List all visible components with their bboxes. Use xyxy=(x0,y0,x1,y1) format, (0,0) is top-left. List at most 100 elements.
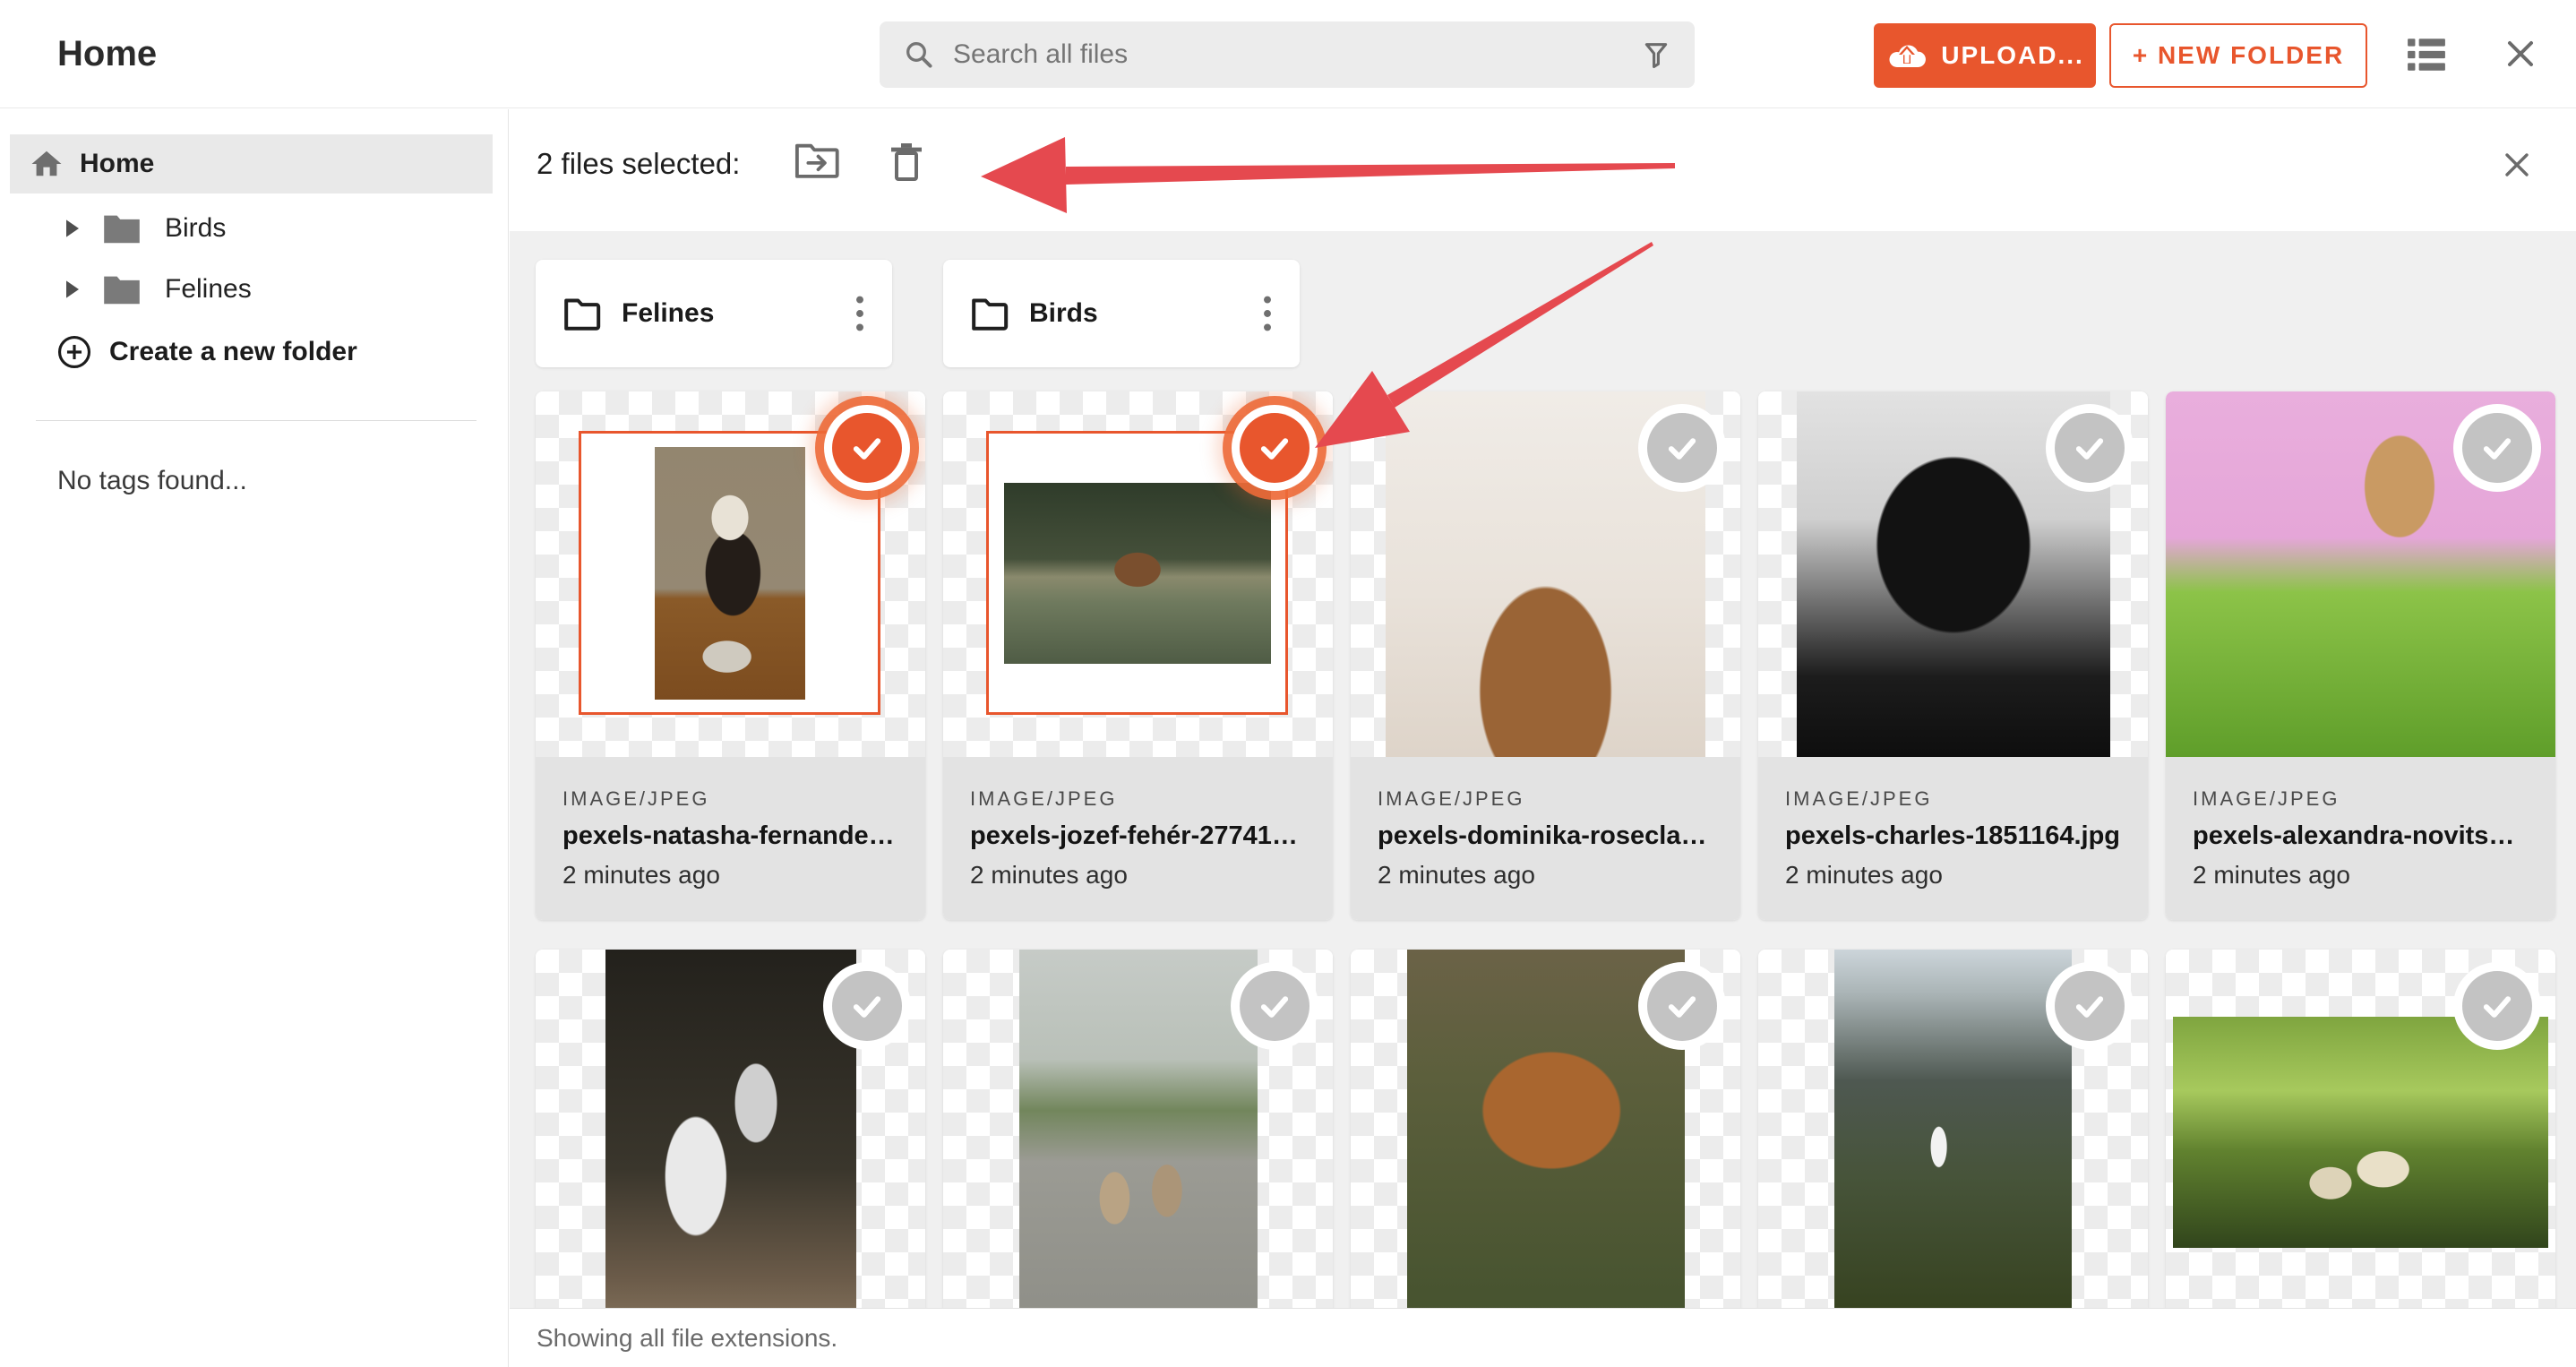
new-folder-button[interactable]: + NEW FOLDER xyxy=(2109,23,2367,88)
folder-menu-button[interactable] xyxy=(1257,288,1278,339)
check-icon xyxy=(1260,996,1289,1018)
caret-right-icon[interactable] xyxy=(66,219,79,237)
selection-check-badge[interactable] xyxy=(2055,413,2125,483)
close-icon xyxy=(2505,153,2529,176)
selection-check-badge[interactable] xyxy=(2462,413,2532,483)
file-thumbnail xyxy=(1351,950,1740,1308)
list-view-icon xyxy=(2408,39,2445,71)
create-folder-button[interactable]: Create a new folder xyxy=(56,333,357,371)
trash-icon xyxy=(891,143,922,181)
file-card[interactable]: IMAGE/JPEG pexels-alexandra-novitskaya-2… xyxy=(2166,391,2555,920)
file-card[interactable]: IMAGE/JPEG pexels-jozef-fehér-2774140.jp… xyxy=(943,391,1333,920)
file-metadata: IMAGE/JPEG pexels-alexandra-novitskaya-2… xyxy=(2166,757,2555,920)
check-icon xyxy=(1668,438,1696,460)
selection-check-badge[interactable] xyxy=(2055,971,2125,1041)
file-type: IMAGE/JPEG xyxy=(562,787,710,810)
list-view-toggle-button[interactable] xyxy=(2406,36,2447,76)
file-thumbnail xyxy=(2166,950,2555,1308)
folder-icon xyxy=(104,215,140,244)
folder-card[interactable]: Birds xyxy=(943,260,1300,367)
file-type: IMAGE/JPEG xyxy=(1785,787,1933,810)
sidebar-home-label: Home xyxy=(80,149,155,178)
selection-toolbar: 2 files selected: xyxy=(510,109,2576,231)
folder-name: Felines xyxy=(622,298,715,328)
selected-image-frame xyxy=(986,431,1288,715)
folder-icon xyxy=(104,276,140,305)
check-icon xyxy=(853,438,881,460)
folders-row: Felines Birds xyxy=(536,260,1300,367)
clear-selection-button[interactable] xyxy=(2501,149,2533,184)
top-bar: Home UPLOAD... + NEW FOLDER xyxy=(0,0,2576,108)
folder-card[interactable]: Felines xyxy=(536,260,892,367)
create-folder-label: Create a new folder xyxy=(109,337,357,366)
check-icon xyxy=(2075,996,2104,1018)
sidebar-divider xyxy=(36,420,477,421)
file-thumbnail xyxy=(1758,950,2148,1308)
upload-button[interactable]: UPLOAD... xyxy=(1874,23,2096,88)
photo-preview xyxy=(1003,482,1271,664)
files-row-1: IMAGE/JPEG pexels-natasha-fernandez-733…… xyxy=(536,391,2555,920)
move-to-folder-button[interactable] xyxy=(794,142,839,182)
selection-check-badge[interactable] xyxy=(1647,413,1717,483)
file-card[interactable] xyxy=(1758,950,2148,1308)
sidebar-birds-label: Birds xyxy=(165,213,227,243)
file-timestamp: 2 minutes ago xyxy=(970,861,1128,889)
selection-check-badge[interactable] xyxy=(2462,971,2532,1041)
file-name: pexels-dominika-roseclay-8952… xyxy=(1378,821,1713,850)
photo-preview xyxy=(2173,1017,2548,1248)
page-title: Home xyxy=(57,34,158,73)
sidebar-item-felines[interactable]: Felines xyxy=(0,260,509,319)
selection-check-badge[interactable] xyxy=(832,413,902,483)
caret-right-icon[interactable] xyxy=(66,280,79,298)
file-card[interactable]: IMAGE/JPEG pexels-natasha-fernandez-733…… xyxy=(536,391,925,920)
file-thumbnail xyxy=(1758,391,2148,757)
search-input[interactable] xyxy=(953,39,1641,70)
file-name: pexels-charles-1851164.jpg xyxy=(1785,821,2121,850)
sidebar-felines-label: Felines xyxy=(165,274,252,304)
file-timestamp: 2 minutes ago xyxy=(2193,861,2350,889)
file-thumbnail xyxy=(943,950,1333,1308)
photo-preview xyxy=(1406,950,1685,1308)
file-timestamp: 2 minutes ago xyxy=(562,861,720,889)
file-thumbnail xyxy=(943,391,1333,757)
selection-check-badge[interactable] xyxy=(832,971,902,1041)
file-type: IMAGE/JPEG xyxy=(970,787,1118,810)
photo-preview xyxy=(1834,950,2072,1308)
search-bar[interactable] xyxy=(880,21,1695,88)
kebab-icon xyxy=(856,296,863,331)
folder-menu-button[interactable] xyxy=(849,288,871,339)
search-icon xyxy=(906,42,932,68)
selection-check-badge[interactable] xyxy=(1240,971,1309,1041)
file-card[interactable] xyxy=(943,950,1333,1308)
photo-preview xyxy=(605,950,856,1308)
photo-preview xyxy=(1018,950,1258,1308)
selection-count: 2 files selected: xyxy=(537,147,741,180)
file-card[interactable]: IMAGE/JPEG pexels-dominika-roseclay-8952… xyxy=(1351,391,1740,920)
file-metadata: IMAGE/JPEG pexels-dominika-roseclay-8952… xyxy=(1351,757,1740,920)
file-card[interactable] xyxy=(536,950,925,1308)
selected-image-frame xyxy=(579,431,880,715)
sidebar-item-home[interactable]: Home xyxy=(10,134,493,193)
check-icon xyxy=(2075,438,2104,460)
plus-circle-icon xyxy=(57,335,91,369)
close-window-button[interactable] xyxy=(2503,36,2538,74)
upload-label: UPLOAD... xyxy=(1941,41,2084,69)
sidebar-item-birds[interactable]: Birds xyxy=(0,199,509,258)
file-manager-window: Home UPLOAD... + NEW FOLDER xyxy=(0,0,2576,1367)
check-icon xyxy=(2483,996,2512,1018)
upload-cloud-icon xyxy=(1889,45,1927,68)
file-card[interactable]: IMAGE/JPEG pexels-charles-1851164.jpg 2 … xyxy=(1758,391,2148,920)
selection-check-badge[interactable] xyxy=(1647,971,1717,1041)
selection-check-badge[interactable] xyxy=(1240,413,1309,483)
file-metadata: IMAGE/JPEG pexels-charles-1851164.jpg 2 … xyxy=(1758,757,2148,920)
file-timestamp: 2 minutes ago xyxy=(1785,861,1943,889)
close-icon xyxy=(2508,41,2533,66)
folder-icon xyxy=(564,298,601,331)
check-icon xyxy=(2483,438,2512,460)
delete-selected-button[interactable] xyxy=(889,142,923,185)
file-card[interactable] xyxy=(1351,950,1740,1308)
check-icon xyxy=(1260,438,1289,460)
file-card[interactable] xyxy=(2166,950,2555,1308)
file-name: pexels-natasha-fernandez-733… xyxy=(562,821,898,850)
filter-funnel-icon[interactable] xyxy=(1641,39,1671,70)
